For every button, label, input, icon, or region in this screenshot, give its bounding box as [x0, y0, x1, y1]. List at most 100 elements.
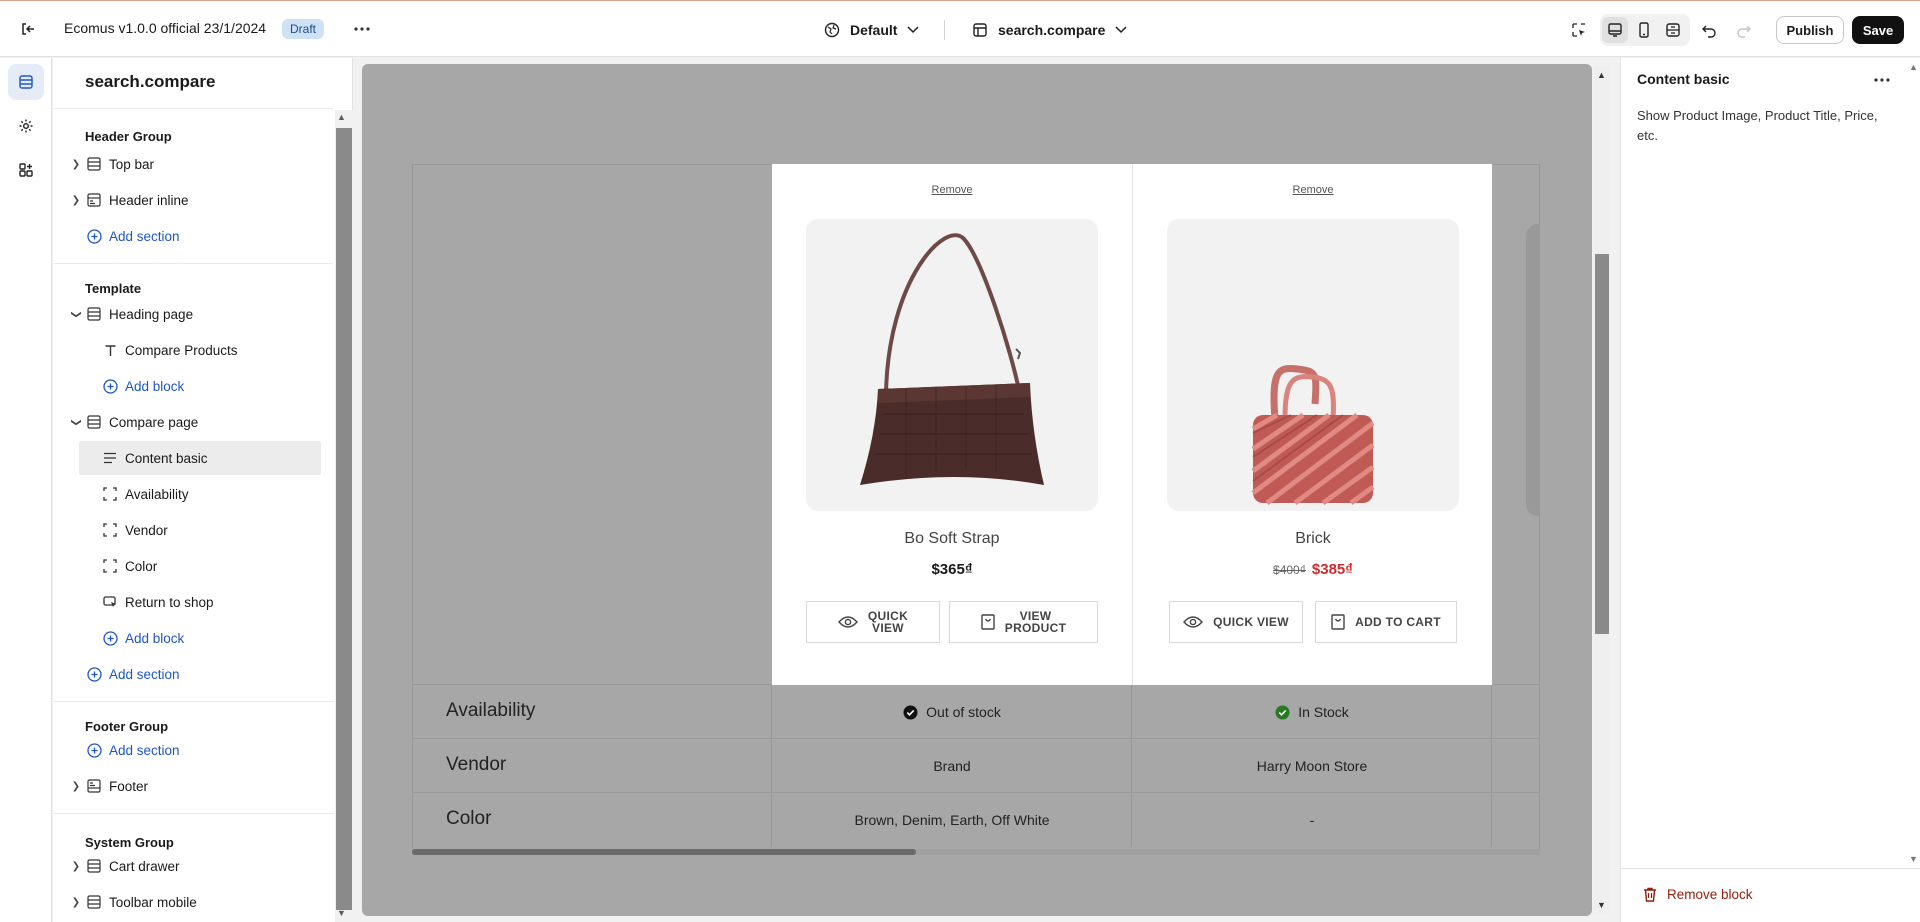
availability-cell: In Stock: [1132, 685, 1492, 739]
section-icon: [86, 156, 102, 172]
add-to-cart-button[interactable]: ADD TO CART: [1315, 601, 1457, 643]
add-to-cart-label: ADD TO CART: [1355, 615, 1441, 629]
remove-block-button[interactable]: Remove block: [1643, 887, 1753, 902]
content-basic-block[interactable]: Remove Bo Soft Strap $365₫ QUICK VIEW VI…: [772, 164, 1492, 685]
scroll-up-icon[interactable]: ▲: [1909, 62, 1918, 72]
scroll-up-icon[interactable]: ▲: [1597, 70, 1606, 80]
remove-link[interactable]: Remove: [1133, 184, 1493, 196]
plus-circle-icon: [86, 228, 102, 244]
chevron-right-icon[interactable]: ❯: [70, 861, 82, 872]
scroll-down-icon[interactable]: ▼: [337, 908, 346, 918]
add-block-label: Add block: [125, 630, 185, 646]
product-image[interactable]: [1167, 219, 1459, 511]
mobile-icon[interactable]: [1631, 17, 1657, 43]
block-content-basic[interactable]: Content basic: [53, 441, 333, 475]
group-heading: Footer Group: [85, 719, 169, 734]
check-circle-icon: [1275, 705, 1290, 719]
inspector-icon[interactable]: [1566, 17, 1592, 43]
view-product-label-line: PRODUCT: [1004, 621, 1067, 635]
save-button[interactable]: Save: [1852, 16, 1904, 44]
section-cart-drawer[interactable]: ❯ Cart drawer: [53, 849, 333, 883]
chevron-down-icon[interactable]: ❯: [71, 416, 82, 428]
block-frame-icon: [102, 522, 118, 538]
chevron-right-icon[interactable]: ❯: [70, 781, 82, 792]
row-label: Vendor: [446, 754, 507, 775]
block-label: Availability: [125, 486, 189, 502]
section-label: Top bar: [109, 156, 155, 172]
availability-cell: Out of stock: [772, 685, 1132, 739]
scroll-up-icon[interactable]: ▲: [337, 112, 346, 122]
vendor-value: Harry Moon Store: [1256, 758, 1368, 774]
product-title[interactable]: Brick: [1133, 530, 1493, 548]
section-heading-page[interactable]: ❯ Heading page: [53, 297, 333, 331]
section-label: Cart drawer: [109, 858, 180, 874]
settings-gear-icon[interactable]: [8, 108, 44, 144]
plus-circle-icon: [86, 666, 102, 682]
preview-area: Availability Out of stock In Stock Vendo…: [354, 58, 1620, 922]
group-heading: Template: [85, 281, 142, 296]
section-compare-page[interactable]: ❯ Compare page: [53, 405, 333, 439]
color-value: -: [1309, 812, 1315, 828]
group-heading: Header Group: [85, 129, 172, 144]
add-section-button[interactable]: Add section: [53, 733, 333, 767]
section-header-inline[interactable]: ❯ Header inline: [53, 183, 333, 217]
publish-button[interactable]: Publish: [1776, 16, 1844, 44]
check-circle-icon: [903, 705, 918, 719]
theme-selector[interactable]: Default: [824, 17, 919, 43]
block-vendor[interactable]: Vendor: [53, 513, 333, 547]
sidebar-scrollbar-thumb[interactable]: [336, 128, 352, 910]
chevron-down-icon[interactable]: ❯: [71, 308, 82, 320]
undo-icon[interactable]: [1696, 17, 1722, 43]
chevron-right-icon[interactable]: ❯: [70, 897, 82, 908]
add-section-button[interactable]: Add section: [53, 219, 333, 253]
section-footer[interactable]: ❯ Footer: [53, 769, 333, 803]
add-block-button[interactable]: Add block: [53, 621, 333, 655]
quick-view-button[interactable]: QUICK VIEW: [1169, 601, 1303, 643]
remove-link[interactable]: Remove: [772, 184, 1132, 196]
chevron-right-icon[interactable]: ❯: [70, 195, 82, 206]
block-color[interactable]: Color: [53, 549, 333, 583]
block-label: Return to shop: [125, 594, 214, 610]
table-scrollbar-thumb[interactable]: [412, 849, 916, 855]
vendor-value: Brand: [933, 758, 971, 774]
fullscreen-icon[interactable]: [1660, 17, 1686, 43]
block-return-to-shop[interactable]: Return to shop: [53, 585, 333, 619]
block-availability[interactable]: Availability: [53, 477, 333, 511]
section-toolbar-mobile[interactable]: ❯ Toolbar mobile: [53, 885, 333, 919]
preview-canvas: Availability Out of stock In Stock Vendo…: [362, 64, 1592, 916]
add-section-label: Add section: [109, 228, 180, 244]
view-product-button[interactable]: VIEW PRODUCT: [949, 601, 1098, 643]
product-price: $400₫ $385₫: [1133, 561, 1493, 578]
panel-scrollbar[interactable]: [1905, 60, 1920, 868]
redo-icon[interactable]: [1731, 17, 1757, 43]
sections-icon[interactable]: [8, 64, 44, 100]
product-title[interactable]: Bo Soft Strap: [772, 530, 1132, 548]
sale-price: $385₫: [1311, 561, 1353, 578]
more-options-icon[interactable]: [350, 18, 374, 40]
more-options-icon[interactable]: [1869, 70, 1895, 90]
desktop-icon[interactable]: [1602, 17, 1628, 43]
page-selector[interactable]: search.compare: [972, 17, 1127, 43]
footer-section-icon: [86, 778, 102, 794]
preview-scrollbar-thumb[interactable]: [1595, 254, 1609, 634]
product-price: $365₫: [931, 561, 973, 578]
compare-row-color: Color Brown, Denim, Earth, Off White -: [412, 792, 1540, 847]
scroll-down-icon[interactable]: ▼: [1909, 854, 1918, 864]
apps-icon[interactable]: [8, 152, 44, 188]
section-top-bar[interactable]: ❯ Top bar: [53, 147, 333, 181]
section-icon: [86, 414, 102, 430]
sidebar-title: search.compare: [85, 72, 216, 91]
block-compare-products[interactable]: Compare Products: [53, 333, 333, 367]
add-section-button[interactable]: Add section: [53, 657, 333, 691]
scroll-down-icon[interactable]: ▼: [1597, 900, 1606, 910]
divider: [53, 813, 333, 814]
text-icon: [102, 342, 118, 358]
exit-icon[interactable]: [16, 17, 40, 41]
theme-label: Default: [850, 22, 898, 38]
quick-view-label-line: VIEW: [872, 621, 904, 635]
chevron-right-icon[interactable]: ❯: [70, 159, 82, 170]
compare-row-vendor: Vendor Brand Harry Moon Store: [412, 738, 1540, 793]
product-image[interactable]: [806, 219, 1098, 511]
quick-view-button[interactable]: QUICK VIEW: [806, 601, 940, 643]
add-block-button[interactable]: Add block: [53, 369, 333, 403]
